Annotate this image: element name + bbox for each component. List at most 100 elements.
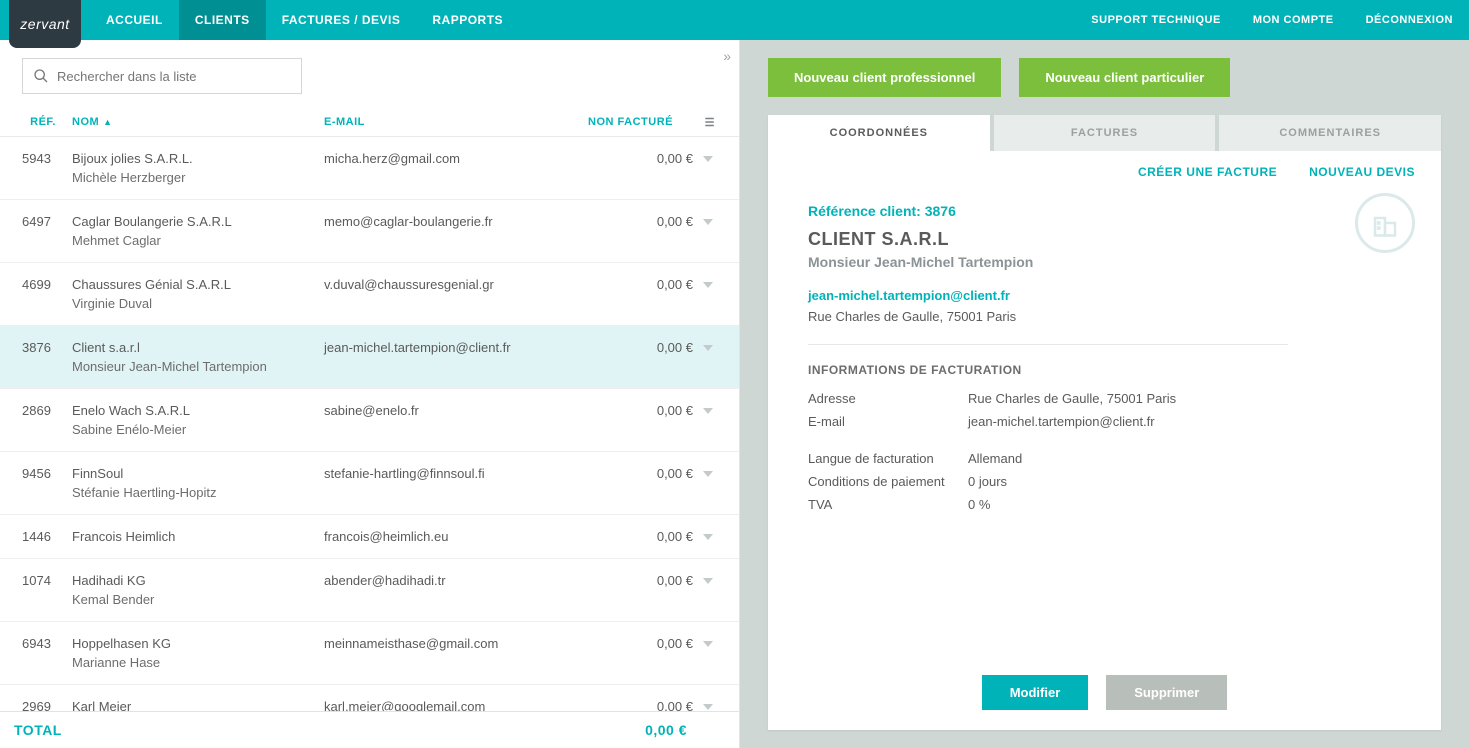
client-row[interactable]: 2969Karl Meierkarl.meier@googlemail.com0…: [0, 685, 739, 711]
columns-menu-icon[interactable]: ☰: [705, 116, 715, 129]
new-pro-client-button[interactable]: Nouveau client professionnel: [768, 58, 1001, 97]
row-amount: 0,00 €: [657, 636, 693, 651]
header-ref[interactable]: RÉF.: [22, 116, 64, 128]
nav-deconnexion[interactable]: DÉCONNEXION: [1350, 0, 1469, 40]
sort-asc-icon: ▲: [103, 117, 112, 127]
row-amount-block: 0,00 €: [584, 340, 717, 355]
row-name: Client s.a.r.l: [72, 340, 324, 355]
divider: [808, 344, 1288, 345]
billing-info-2: Langue de facturation Allemand Condition…: [808, 451, 1401, 512]
delete-button[interactable]: Supprimer: [1106, 675, 1227, 710]
tab-factures[interactable]: FACTURES: [994, 115, 1216, 151]
header-nom-label: NOM: [72, 116, 99, 128]
row-ref: 6943: [22, 636, 64, 651]
row-name: FinnSoul: [72, 466, 324, 481]
header-non-facture[interactable]: NON FACTURÉ: [584, 116, 717, 128]
billing-section-title: INFORMATIONS DE FACTURATION: [808, 363, 1401, 377]
header-nom[interactable]: NOM ▲: [64, 116, 324, 128]
row-name-block: Chaussures Génial S.A.R.LVirginie Duval: [64, 277, 324, 311]
billing-address-value: Rue Charles de Gaulle, 75001 Paris: [968, 391, 1401, 406]
row-amount-block: 0,00 €: [584, 529, 717, 544]
contact-name: Monsieur Jean-Michel Tartempion: [808, 254, 1401, 270]
row-menu-icon[interactable]: [703, 282, 713, 288]
nav-rapports[interactable]: RAPPORTS: [416, 0, 519, 40]
search-input[interactable]: [57, 69, 291, 84]
tab-commentaires[interactable]: COMMENTAIRES: [1219, 115, 1441, 151]
nav-factures[interactable]: FACTURES / DEVIS: [266, 0, 417, 40]
row-name-block: Hadihadi KGKemal Bender: [64, 573, 324, 607]
client-list: 5943Bijoux jolies S.A.R.L.Michèle Herzbe…: [0, 137, 739, 711]
client-list-pane: » RÉF. NOM ▲ E-MAIL NON FACTURÉ ☰ 5943Bij…: [0, 40, 740, 748]
client-row[interactable]: 4699Chaussures Génial S.A.R.LVirginie Du…: [0, 263, 739, 326]
row-ref: 9456: [22, 466, 64, 481]
row-menu-icon[interactable]: [703, 219, 713, 225]
client-email-link[interactable]: jean-michel.tartempion@client.fr: [808, 288, 1401, 303]
row-menu-icon[interactable]: [703, 534, 713, 540]
new-quote-link[interactable]: NOUVEAU DEVIS: [1309, 165, 1415, 179]
nav-accueil[interactable]: ACCUEIL: [90, 0, 179, 40]
billing-address-label: Adresse: [808, 391, 968, 406]
row-contact: Michèle Herzberger: [72, 170, 324, 185]
row-name-block: Enelo Wach S.A.R.LSabine Enélo-Meier: [64, 403, 324, 437]
row-menu-icon[interactable]: [703, 345, 713, 351]
row-amount: 0,00 €: [657, 214, 693, 229]
client-detail-card: COORDONNÉES FACTURES COMMENTAIRES CRÉER …: [768, 115, 1441, 730]
billing-email-label: E-mail: [808, 414, 968, 429]
row-ref: 6497: [22, 214, 64, 229]
row-amount-block: 0,00 €: [584, 573, 717, 588]
client-row[interactable]: 2869Enelo Wach S.A.R.LSabine Enélo-Meier…: [0, 389, 739, 452]
row-menu-icon[interactable]: [703, 471, 713, 477]
row-menu-icon[interactable]: [703, 704, 713, 710]
tab-coordonnees[interactable]: COORDONNÉES: [768, 115, 990, 151]
row-name: Bijoux jolies S.A.R.L.: [72, 151, 324, 166]
billing-info: Adresse Rue Charles de Gaulle, 75001 Par…: [808, 391, 1401, 429]
logo[interactable]: zervant: [0, 0, 90, 40]
client-row[interactable]: 9456FinnSoulStéfanie Haertling-Hopitzste…: [0, 452, 739, 515]
modify-button[interactable]: Modifier: [982, 675, 1089, 710]
client-row[interactable]: 6497Caglar Boulangerie S.A.R.LMehmet Cag…: [0, 200, 739, 263]
search-box[interactable]: [22, 58, 302, 94]
client-row[interactable]: 3876Client s.a.r.lMonsieur Jean-Michel T…: [0, 326, 739, 389]
client-row[interactable]: 1074Hadihadi KGKemal Benderabender@hadih…: [0, 559, 739, 622]
row-amount: 0,00 €: [657, 529, 693, 544]
client-row[interactable]: 1446Francois Heimlichfrancois@heimlich.e…: [0, 515, 739, 559]
row-ref: 1074: [22, 573, 64, 588]
row-email: v.duval@chaussuresgenial.gr: [324, 277, 584, 292]
row-menu-icon[interactable]: [703, 578, 713, 584]
detail-tabs: COORDONNÉES FACTURES COMMENTAIRES: [768, 115, 1441, 151]
client-row[interactable]: 5943Bijoux jolies S.A.R.L.Michèle Herzbe…: [0, 137, 739, 200]
row-contact: Kemal Bender: [72, 592, 324, 607]
row-menu-icon[interactable]: [703, 408, 713, 414]
new-private-client-button[interactable]: Nouveau client particulier: [1019, 58, 1230, 97]
header-email[interactable]: E-MAIL: [324, 116, 584, 128]
row-amount: 0,00 €: [657, 277, 693, 292]
collapse-icon[interactable]: »: [723, 48, 731, 64]
row-email: memo@caglar-boulangerie.fr: [324, 214, 584, 229]
nav-support[interactable]: SUPPORT TECHNIQUE: [1075, 0, 1237, 40]
client-ref: Référence client: 3876: [808, 203, 1401, 219]
row-name-block: Karl Meier: [64, 699, 324, 711]
row-email: meinnameisthase@gmail.com: [324, 636, 584, 651]
client-name: CLIENT S.A.R.L: [808, 229, 1401, 250]
nav-secondary: SUPPORT TECHNIQUE MON COMPTE DÉCONNEXION: [1075, 0, 1469, 40]
row-email: karl.meier@googlemail.com: [324, 699, 584, 711]
row-name: Karl Meier: [72, 699, 324, 711]
client-row[interactable]: 6943Hoppelhasen KGMarianne Hasemeinnamei…: [0, 622, 739, 685]
company-icon: [1355, 193, 1415, 253]
nav-primary: ACCUEIL CLIENTS FACTURES / DEVIS RAPPORT…: [90, 0, 519, 40]
row-name-block: Hoppelhasen KGMarianne Hase: [64, 636, 324, 670]
nav-compte[interactable]: MON COMPTE: [1237, 0, 1350, 40]
billing-lang-label: Langue de facturation: [808, 451, 968, 466]
row-menu-icon[interactable]: [703, 641, 713, 647]
create-invoice-link[interactable]: CRÉER UNE FACTURE: [1138, 165, 1277, 179]
row-amount: 0,00 €: [657, 340, 693, 355]
billing-vat-value: 0 %: [968, 497, 1401, 512]
row-menu-icon[interactable]: [703, 156, 713, 162]
row-email: jean-michel.tartempion@client.fr: [324, 340, 584, 355]
row-contact: Virginie Duval: [72, 296, 324, 311]
row-name-block: FinnSoulStéfanie Haertling-Hopitz: [64, 466, 324, 500]
nav-clients[interactable]: CLIENTS: [179, 0, 266, 40]
billing-lang-value: Allemand: [968, 451, 1401, 466]
detail-actions: CRÉER UNE FACTURE NOUVEAU DEVIS: [768, 151, 1441, 183]
client-address: Rue Charles de Gaulle, 75001 Paris: [808, 309, 1401, 324]
